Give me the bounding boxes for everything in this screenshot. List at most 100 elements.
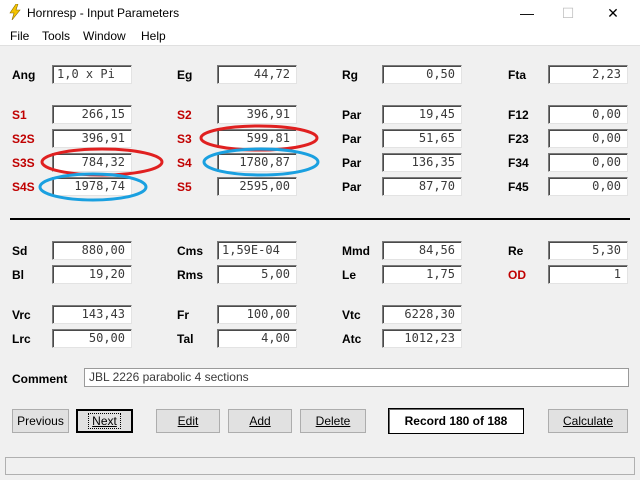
field-tal[interactable]: 4,00 [217, 329, 297, 348]
label-par-1: Par [342, 108, 362, 122]
label-s2s: S2S [12, 132, 35, 146]
calculate-button[interactable]: Calculate [548, 409, 628, 433]
field-par-2[interactable]: 51,65 [382, 129, 462, 148]
label-mmd: Mmd [342, 244, 370, 258]
field-s2s[interactable]: 396,91 [52, 129, 132, 148]
field-od[interactable]: 1 [548, 265, 628, 284]
label-sd: Sd [12, 244, 28, 258]
field-fr[interactable]: 100,00 [217, 305, 297, 324]
add-button[interactable]: Add [228, 409, 292, 433]
field-sd[interactable]: 880,00 [52, 241, 132, 260]
field-mmd[interactable]: 84,56 [382, 241, 462, 260]
field-eg[interactable]: 44,72 [217, 65, 297, 84]
field-s4[interactable]: 1780,87 [217, 153, 297, 172]
label-s5: S5 [177, 180, 192, 194]
label-atc: Atc [342, 332, 362, 346]
menu-window-label: Window [83, 29, 126, 43]
label-tal: Tal [177, 332, 194, 346]
delete-button[interactable]: Delete [300, 409, 366, 433]
label-s4: S4 [177, 156, 192, 170]
field-bl[interactable]: 19,20 [52, 265, 132, 284]
label-f45: F45 [508, 180, 529, 194]
field-s4s[interactable]: 1978,74 [52, 177, 132, 196]
label-par-4: Par [342, 180, 362, 194]
maximize-button[interactable]: ☐ [553, 3, 583, 23]
field-s1[interactable]: 266,15 [52, 105, 132, 124]
field-lrc[interactable]: 50,00 [52, 329, 132, 348]
section-divider [10, 218, 630, 220]
field-fta[interactable]: 2,23 [548, 65, 628, 84]
comment-field[interactable]: JBL 2226 parabolic 4 sections [84, 368, 629, 387]
field-le[interactable]: 1,75 [382, 265, 462, 284]
field-s2[interactable]: 396,91 [217, 105, 297, 124]
lightning-icon [9, 4, 21, 20]
field-s3s[interactable]: 784,32 [52, 153, 132, 172]
previous-button[interactable]: Previous [12, 409, 69, 433]
delete-button-label: Delete [315, 414, 351, 428]
field-s5[interactable]: 2595,00 [217, 177, 297, 196]
field-par-1[interactable]: 19,45 [382, 105, 462, 124]
field-par-3[interactable]: 136,35 [382, 153, 462, 172]
label-comment: Comment [12, 372, 68, 386]
label-s3s: S3S [12, 156, 35, 170]
previous-button-label: Previous [17, 414, 64, 428]
title-bar: Hornresp - Input Parameters — ☐ ✕ [0, 0, 640, 26]
label-bl: Bl [12, 268, 24, 282]
close-button[interactable]: ✕ [598, 3, 628, 23]
menu-tools[interactable]: Tools [42, 29, 70, 43]
label-od: OD [508, 268, 526, 282]
label-s3: S3 [177, 132, 192, 146]
field-f23[interactable]: 0,00 [548, 129, 628, 148]
label-eg: Eg [177, 68, 193, 82]
field-f12[interactable]: 0,00 [548, 105, 628, 124]
field-atc[interactable]: 1012,23 [382, 329, 462, 348]
record-counter: Record 180 of 188 [388, 408, 524, 434]
field-re[interactable]: 5,30 [548, 241, 628, 260]
status-bar [0, 452, 640, 480]
field-f34[interactable]: 0,00 [548, 153, 628, 172]
next-button[interactable]: Next [76, 409, 133, 433]
next-button-label: Next [88, 413, 121, 429]
field-vrc[interactable]: 143,43 [52, 305, 132, 324]
field-s3[interactable]: 599,81 [217, 129, 297, 148]
window-title: Hornresp - Input Parameters [27, 6, 180, 20]
field-cms[interactable]: 1,59E-04 [217, 241, 297, 260]
label-ang: Ang [12, 68, 36, 82]
menu-help-label: Help [141, 29, 166, 43]
label-re: Re [508, 244, 524, 258]
label-fta: Fta [508, 68, 526, 82]
label-s1: S1 [12, 108, 27, 122]
calculate-button-label: Calculate [562, 414, 614, 428]
label-fr: Fr [177, 308, 189, 322]
label-f34: F34 [508, 156, 529, 170]
label-lrc: Lrc [12, 332, 31, 346]
label-f12: F12 [508, 108, 529, 122]
menu-file[interactable]: File [10, 29, 29, 43]
edit-button-label: Edit [177, 414, 199, 428]
label-par-3: Par [342, 156, 362, 170]
label-vrc: Vrc [12, 308, 31, 322]
label-rg: Rg [342, 68, 358, 82]
add-button-label: Add [249, 414, 271, 428]
field-par-4[interactable]: 87,70 [382, 177, 462, 196]
field-ang[interactable]: 1,0 x Pi [52, 65, 132, 84]
label-rms: Rms [177, 268, 204, 282]
menu-window[interactable]: Window [83, 29, 126, 43]
label-cms: Cms [177, 244, 204, 258]
field-rms[interactable]: 5,00 [217, 265, 297, 284]
field-rg[interactable]: 0,50 [382, 65, 462, 84]
menu-tools-label: Tools [42, 29, 71, 43]
label-s2: S2 [177, 108, 192, 122]
menu-bar: File Tools Window Help [0, 26, 640, 45]
field-f45[interactable]: 0,00 [548, 177, 628, 196]
status-panel [5, 457, 635, 475]
menu-file-label: File [10, 29, 30, 43]
minimize-button[interactable]: — [512, 3, 542, 23]
label-par-2: Par [342, 132, 362, 146]
field-vtc[interactable]: 6228,30 [382, 305, 462, 324]
label-le: Le [342, 268, 357, 282]
menu-help[interactable]: Help [141, 29, 166, 43]
label-s4s: S4S [12, 180, 35, 194]
label-f23: F23 [508, 132, 529, 146]
edit-button[interactable]: Edit [156, 409, 220, 433]
